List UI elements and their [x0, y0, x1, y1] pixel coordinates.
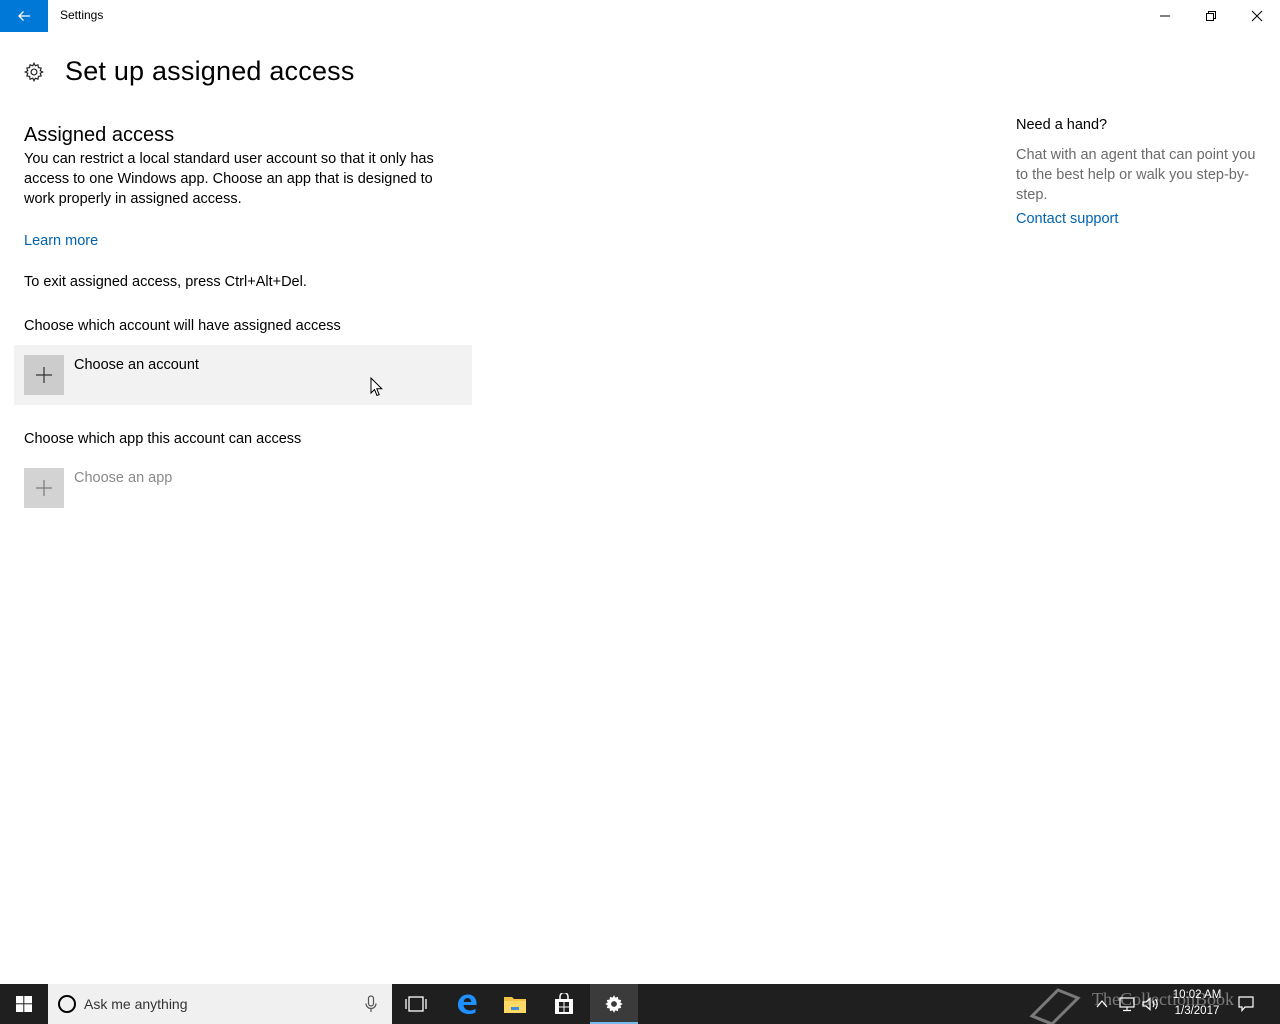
choose-app-button[interactable]: Choose an app: [14, 458, 472, 518]
settings-taskbar-button[interactable]: [590, 984, 638, 1024]
page-title: Set up assigned access: [65, 56, 355, 86]
taskbar: Ask me anything TheCollectionBook 10:02 …: [0, 984, 1280, 1024]
add-app-tile: [24, 468, 64, 508]
network-icon[interactable]: [1118, 995, 1136, 1013]
file-explorer-icon: [504, 997, 526, 1013]
app-prompt-label: Choose which app this account can access: [24, 431, 302, 447]
choose-account-label: Choose an account: [74, 357, 199, 373]
close-button[interactable]: [1234, 0, 1280, 32]
task-view-icon: [405, 996, 427, 1012]
taskbar-clock[interactable]: 10:02 AM 1/3/2017: [1166, 987, 1228, 1019]
exit-instruction: To exit assigned access, press Ctrl+Alt+…: [24, 274, 307, 290]
plus-icon: [36, 367, 52, 383]
settings-icon: [605, 995, 623, 1013]
back-arrow-icon: [18, 11, 30, 21]
choose-account-button[interactable]: Choose an account: [14, 345, 472, 405]
chevron-up-icon[interactable]: [1094, 996, 1110, 1012]
help-title: Need a hand?: [1016, 117, 1108, 133]
search-placeholder: Ask me anything: [84, 996, 188, 1012]
account-prompt-label: Choose which account will have assigned …: [24, 318, 341, 334]
clock-time: 10:02 AM: [1172, 989, 1222, 1001]
cortana-icon: [58, 995, 76, 1013]
store-icon: [555, 993, 573, 1014]
minimize-button[interactable]: [1142, 0, 1188, 32]
section-description: You can restrict a local standard user a…: [24, 151, 434, 207]
file-explorer-button[interactable]: [491, 984, 539, 1024]
microphone-icon[interactable]: [363, 995, 379, 1013]
close-icon: [1251, 10, 1263, 22]
title-bar: Settings: [0, 0, 1280, 32]
clock-date: 1/3/2017: [1174, 1005, 1220, 1017]
search-box[interactable]: Ask me anything: [48, 984, 392, 1024]
restore-button[interactable]: [1188, 0, 1234, 32]
action-center-icon[interactable]: [1237, 995, 1255, 1013]
volume-icon[interactable]: [1141, 995, 1161, 1013]
edge-button[interactable]: [443, 984, 491, 1024]
back-button[interactable]: [0, 0, 48, 32]
window-title: Settings: [60, 8, 104, 22]
plus-icon: [36, 480, 52, 496]
windows-logo-icon: [16, 996, 32, 1012]
help-description: Chat with an agent that can point you to…: [1016, 147, 1256, 203]
edge-icon: [458, 994, 477, 1014]
restore-icon: [1206, 11, 1216, 21]
mouse-cursor-icon: [370, 377, 384, 397]
gear-icon: [23, 61, 45, 83]
task-view-button[interactable]: [392, 984, 440, 1024]
section-title: Assigned access: [24, 124, 175, 146]
contact-support-link[interactable]: Contact support: [1016, 211, 1118, 227]
start-button[interactable]: [0, 984, 48, 1024]
choose-app-label: Choose an app: [74, 470, 173, 486]
store-button[interactable]: [540, 984, 588, 1024]
minimize-icon: [1160, 15, 1170, 17]
add-account-tile: [24, 355, 64, 395]
book-icon: [1029, 988, 1081, 1024]
learn-more-link[interactable]: Learn more: [24, 233, 98, 249]
